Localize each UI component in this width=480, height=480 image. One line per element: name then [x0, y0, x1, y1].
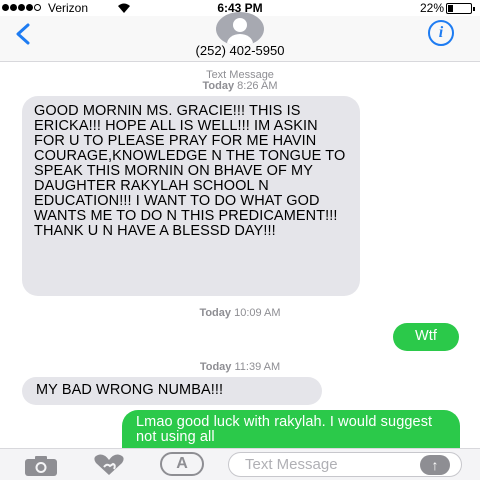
- timestamp-time: 10:09 AM: [234, 307, 281, 319]
- composer-bar: A ↑: [0, 448, 480, 480]
- camera-icon[interactable]: [24, 455, 58, 477]
- timestamp-header: Today 11:39 AM: [0, 362, 480, 373]
- heart-hand-icon[interactable]: [92, 453, 126, 477]
- message-bubble-incoming[interactable]: GOOD MORNIN MS. GRACIE!!! THIS IS ERICKA…: [22, 96, 360, 296]
- timestamp-time: 8:26 AM: [237, 80, 278, 92]
- person-icon: [227, 18, 253, 46]
- timestamp-time: 11:39 AM: [234, 361, 281, 373]
- timestamp-header: Today 10:09 AM: [0, 308, 480, 319]
- battery-percent: 22%: [420, 1, 445, 15]
- timestamp-day: Today: [199, 361, 232, 373]
- contact-avatar[interactable]: [216, 12, 264, 46]
- timestamp-day: Today: [199, 307, 232, 319]
- arrow-up-icon[interactable]: ↑: [420, 455, 450, 475]
- message-bubble-incoming[interactable]: MY BAD WRONG NUMBA!!!: [22, 377, 322, 405]
- timestamp-day: Today: [202, 80, 235, 92]
- info-icon[interactable]: i: [428, 20, 454, 46]
- app-store-icon[interactable]: A: [160, 452, 204, 476]
- battery-icon: [446, 3, 475, 14]
- contact-number[interactable]: (252) 402-5950: [0, 43, 480, 58]
- message-bubble-outgoing[interactable]: Wtf: [393, 323, 459, 351]
- timestamp-header: Text Message Today 8:26 AM: [0, 70, 480, 92]
- conversation-header: (252) 402-5950 i: [0, 12, 480, 62]
